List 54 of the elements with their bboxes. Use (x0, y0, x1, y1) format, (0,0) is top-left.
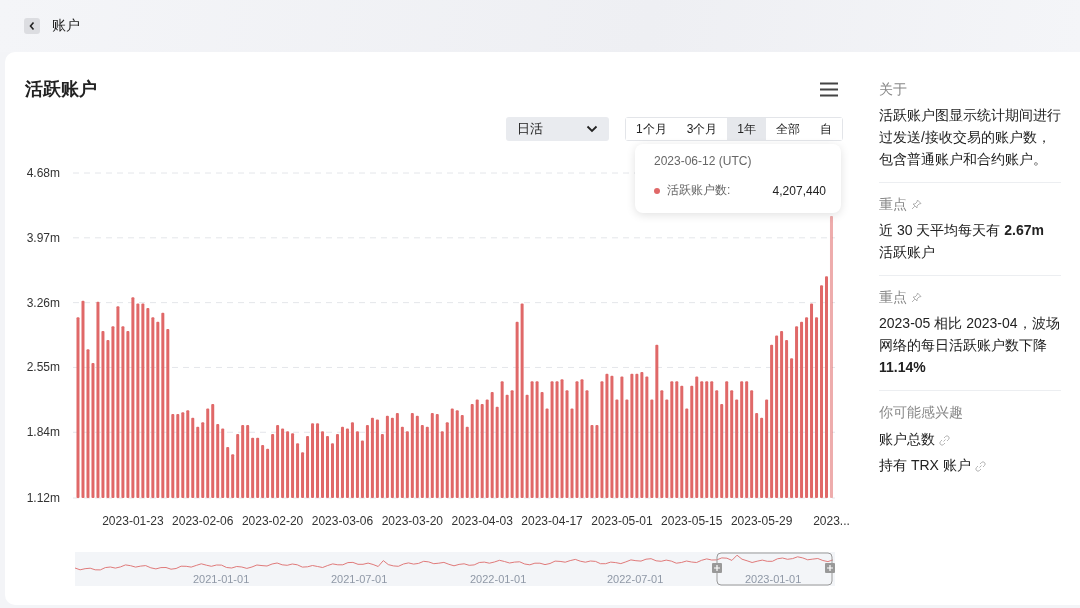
x-axis-label: 2023-05-15 (661, 514, 723, 528)
x-axis-label: 2023-02-20 (241, 514, 304, 528)
pin-icon (911, 198, 922, 210)
metric-dropdown[interactable]: 日活 (505, 117, 609, 141)
link-icon (974, 460, 986, 472)
tooltip-series-name: 活跃账户数: (667, 182, 732, 199)
highlight-text: 近 30 天平均每天有 2.67m 活跃账户 (879, 221, 1045, 262)
x-axis-label: 2023-02-06 (172, 514, 234, 528)
menu-button[interactable] (820, 81, 838, 97)
navigator-date-label: 2023-01-01 (745, 573, 802, 585)
series-dot-icon (654, 187, 660, 194)
y-axis-label: 3.97m (26, 230, 60, 245)
drag-handle[interactable] (825, 563, 835, 573)
navigator-date-label: 2022-01-01 (470, 573, 527, 585)
menu-icon (820, 81, 838, 97)
section-heading: 你可能感兴趣 (879, 404, 963, 420)
range-tab[interactable]: 1年 (727, 118, 766, 140)
x-axis-label: 2023-03-20 (381, 514, 444, 528)
about-text: 活跃账户图显示统计期间进行过发送/接收交易的账户数，包含普通账户和合约账户。 (879, 106, 1061, 169)
bar (331, 443, 334, 498)
tooltip-value: 4,207,440 (772, 183, 826, 198)
selection-window[interactable] (716, 552, 833, 586)
y-axis-label: 2.55m (26, 360, 60, 375)
x-axis-label: 2023-01-23 (102, 514, 164, 528)
page-title: 账户 (52, 17, 80, 35)
highlight-text: 2023-05 相比 2023-04，波场网络的每日活跃账户数下降 11.14% (879, 314, 1061, 377)
y-axis-label: 1.84m (26, 425, 60, 440)
x-axis-label: 2023... (813, 514, 850, 528)
chevron-down-icon (585, 125, 598, 133)
y-axis-label: 1.12m (26, 491, 60, 505)
navigator-date-label: 2021-07-01 (331, 573, 388, 585)
related-link[interactable]: 持有 TRX 账户 (879, 457, 1061, 475)
x-axis-label: 2023-05-01 (591, 514, 653, 528)
bar (321, 431, 324, 498)
y-axis-label: 3.26m (26, 295, 60, 310)
section-heading: 重点 (879, 288, 907, 307)
tooltip-date: 2023-06-12 (UTC) (654, 154, 753, 168)
back-button[interactable] (24, 18, 40, 34)
x-axis-label: 2023-04-17 (521, 514, 583, 528)
x-axis-label: 2023-04-03 (451, 514, 513, 528)
section-heading: 关于 (879, 81, 907, 97)
navigator-date-label: 2021-01-01 (193, 573, 250, 585)
x-axis-label: 2023-03-06 (311, 514, 374, 528)
pin-icon (911, 291, 922, 303)
chart-title: 活跃账户 (25, 78, 97, 101)
drag-handle[interactable] (712, 563, 722, 573)
x-axis-label: 2023-05-29 (730, 514, 793, 528)
y-axis-label: 4.68m (26, 166, 60, 180)
related-link[interactable]: 账户总数 (879, 431, 1061, 449)
bar (326, 435, 329, 498)
link-icon (939, 434, 950, 446)
navigator-date-label: 2022-07-01 (607, 573, 664, 585)
section-heading: 重点 (879, 195, 907, 214)
chevron-left-icon (28, 21, 36, 31)
